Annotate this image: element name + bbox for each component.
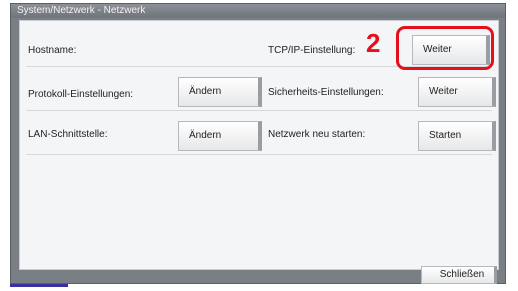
settings-row-3: LAN-Schnittstelle: Ändern Netzwerk neu s… [20,115,498,155]
security-next-button[interactable]: Weiter [418,77,496,107]
security-settings-label: Sicherheits-Einstellungen: [268,87,384,98]
hostname-label: Hostname: [28,45,77,56]
close-button[interactable]: Schließen [421,266,497,284]
restart-network-button[interactable]: Starten [418,121,496,151]
row-divider [26,110,492,111]
row-divider [26,154,492,155]
restart-network-label: Netzwerk neu starten: [268,129,366,140]
highlight-box [396,26,494,70]
protocol-change-button[interactable]: Ändern [178,77,262,107]
step-number: 2 [366,28,381,58]
taskbar-strip [10,284,68,287]
lan-change-button[interactable]: Ändern [178,121,262,151]
lan-interface-label: LAN-Schnittstelle: [28,129,108,140]
settings-row-2: Protokoll-Einstellungen: Ändern Sicherhe… [20,71,498,111]
protocol-settings-label: Protokoll-Einstellungen: [28,89,134,100]
window-title: System/Netzwerk - Netzwerk [11,4,505,18]
tcpip-label: TCP/IP-Einstellung: [268,45,356,56]
